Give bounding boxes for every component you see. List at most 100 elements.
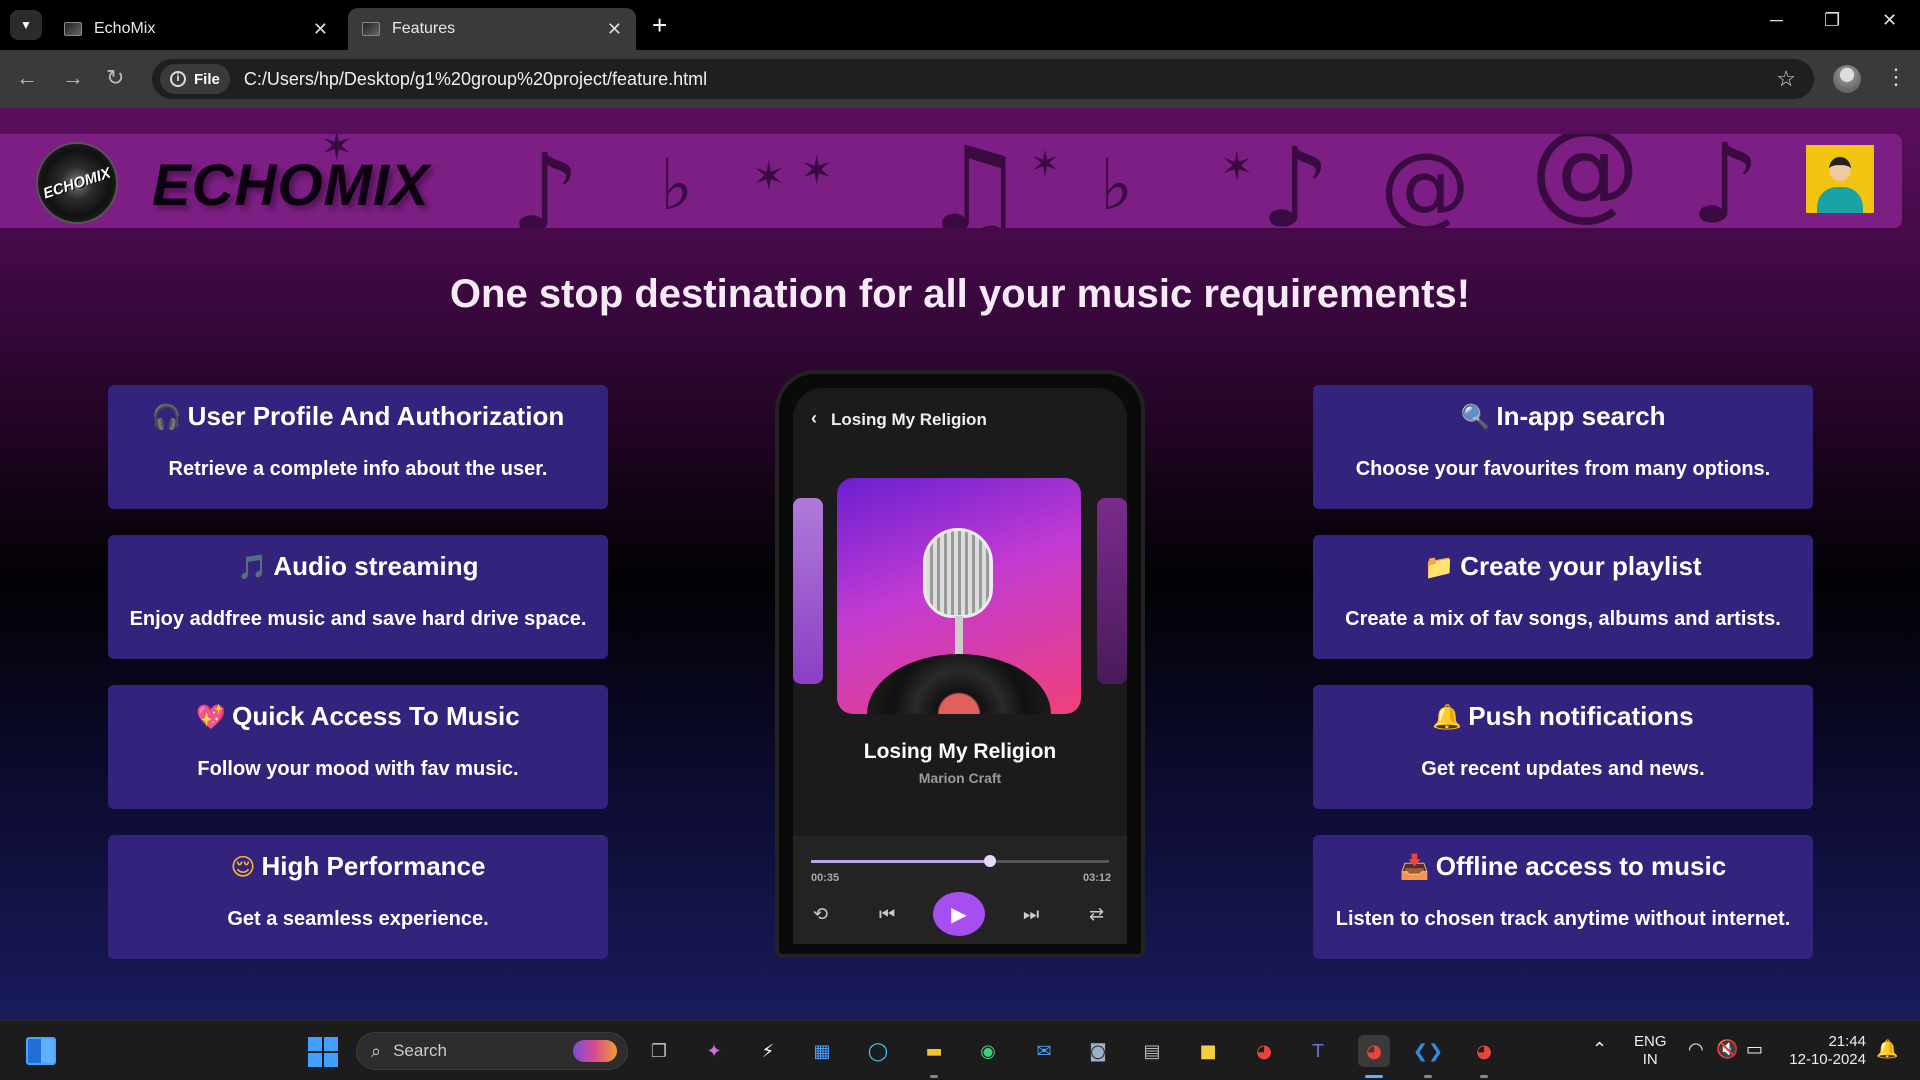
- star-decoration-icon: ✶: [752, 154, 786, 200]
- reload-icon[interactable]: ↻: [106, 64, 124, 92]
- cortana-icon[interactable]: ◯: [862, 1035, 894, 1067]
- swirl-decoration-icon: @: [1380, 134, 1470, 228]
- language-indicator[interactable]: ENG IN: [1634, 1033, 1667, 1069]
- feature-desc: Listen to chosen track anytime without i…: [1335, 908, 1791, 930]
- tab-close-icon[interactable]: ✕: [313, 19, 328, 40]
- clock[interactable]: 21:44 12-10-2024: [1786, 1033, 1866, 1069]
- file-explorer-icon[interactable]: ▬: [918, 1035, 950, 1067]
- show-hidden-icons[interactable]: ⌃: [1592, 1039, 1607, 1060]
- camera-icon[interactable]: ◙: [1082, 1035, 1114, 1067]
- user-avatar-button[interactable]: [1806, 145, 1874, 213]
- taskbar-search-box[interactable]: ⌕ Search: [356, 1032, 628, 1070]
- edge-icon[interactable]: ◉: [972, 1035, 1004, 1067]
- folder-icon: 📁: [1424, 552, 1455, 581]
- running-indicator: [930, 1075, 938, 1078]
- page-content: ✶ ♪ ♭ ✶ ✶ ♫ ✶ ♭ ✶ ♪ @ @ ♪ ECHOMIX ECHOMI…: [0, 108, 1920, 1020]
- tab-favicon: [64, 22, 82, 36]
- logo-text: ECHOMIX: [41, 164, 113, 202]
- feature-card-offline[interactable]: 📥 Offline access to music Listen to chose…: [1313, 835, 1813, 959]
- headphones-icon: 🎧: [151, 402, 182, 431]
- song-title: Losing My Religion: [863, 740, 1057, 763]
- tab-title: Features: [392, 20, 456, 37]
- feature-title: User Profile And Authorization: [187, 401, 565, 431]
- bookmark-star-icon[interactable]: ☆: [1776, 66, 1796, 92]
- back-chevron-icon: ‹: [811, 408, 817, 428]
- feature-title: Audio streaming: [273, 551, 479, 581]
- widgets-icon[interactable]: [26, 1037, 56, 1065]
- task-view-icon[interactable]: ❐: [643, 1035, 675, 1067]
- notification-bell-icon[interactable]: 🔔: [1876, 1039, 1898, 1060]
- avatar-head: [1829, 157, 1851, 181]
- minimize-icon[interactable]: ─: [1770, 10, 1783, 31]
- next-icon: ⏭: [1023, 904, 1040, 925]
- close-window-icon[interactable]: ✕: [1882, 10, 1897, 31]
- feature-desc: Get recent updates and news.: [1421, 758, 1705, 780]
- star-decoration-icon: ✶: [1220, 144, 1254, 190]
- avatar-body: [1817, 187, 1863, 213]
- feature-card-quick-access[interactable]: 💖 Quick Access To Music Follow your mood …: [108, 685, 608, 809]
- url-text[interactable]: C:/Users/hp/Desktop/g1%20group%20project…: [244, 69, 1776, 90]
- site-info-chip[interactable]: i File: [160, 64, 230, 94]
- feature-card-profile[interactable]: 🎧 User Profile And Authorization Retrieve…: [108, 385, 608, 509]
- active-indicator: [1365, 1075, 1383, 1078]
- album-art: [837, 478, 1081, 714]
- windows-start-icon[interactable]: [308, 1037, 338, 1067]
- music-note-decoration-icon: ♪: [510, 134, 581, 228]
- calculator-icon[interactable]: ▤: [1136, 1035, 1168, 1067]
- chrome-icon[interactable]: ◕: [1248, 1035, 1280, 1067]
- phone-header-title: Losing My Religion: [831, 410, 987, 429]
- previous-icon: ⏮: [879, 904, 896, 925]
- wifi-icon[interactable]: ◠: [1688, 1039, 1704, 1060]
- star-decoration-icon: ✶: [800, 148, 834, 194]
- restore-icon[interactable]: ❐: [1824, 10, 1840, 31]
- microsoft-store-icon[interactable]: ▦: [806, 1035, 838, 1067]
- phone-mockup: ‹ Losing My Religion Losing My Religion …: [775, 370, 1145, 958]
- prev-album-art: [793, 498, 823, 684]
- sticky-notes-icon[interactable]: ■: [1192, 1035, 1224, 1067]
- forward-icon[interactable]: →: [62, 64, 84, 92]
- address-bar[interactable]: i File C:/Users/hp/Desktop/g1%20group%20…: [152, 59, 1814, 99]
- back-icon[interactable]: ←: [16, 64, 38, 92]
- tab-features[interactable]: Features ✕: [348, 8, 636, 50]
- feature-title: Create your playlist: [1460, 551, 1702, 581]
- search-highlight-icon: [573, 1040, 617, 1062]
- running-indicator: [1424, 1075, 1432, 1078]
- tab-close-icon[interactable]: ✕: [607, 19, 622, 40]
- feature-title: Offline access to music: [1435, 851, 1727, 881]
- feature-card-search[interactable]: 🔍 In-app search Choose your favourites fr…: [1313, 385, 1813, 509]
- search-icon: ⌕: [371, 1040, 382, 1062]
- battery-icon[interactable]: ▭: [1746, 1039, 1763, 1060]
- total-time: 03:12: [1083, 872, 1112, 884]
- shuffle-icon: ⇄: [1089, 904, 1105, 925]
- feature-card-playlist[interactable]: 📁 Create your playlist Create a mix of fa…: [1313, 535, 1813, 659]
- chrome-active-icon[interactable]: ◕: [1358, 1035, 1390, 1067]
- teams-icon[interactable]: T: [1302, 1035, 1334, 1067]
- vscode-icon[interactable]: ❮❯: [1412, 1035, 1444, 1067]
- progress-knob: [983, 855, 996, 867]
- profile-avatar-icon[interactable]: [1833, 65, 1861, 93]
- chrome-profile-icon[interactable]: ◕: [1468, 1035, 1500, 1067]
- clock-time: 21:44: [1828, 1033, 1866, 1050]
- tab-search-button[interactable]: ▼: [10, 10, 42, 40]
- tab-echomix[interactable]: EchoMix ✕: [50, 8, 342, 50]
- play-icon: ▶: [933, 892, 985, 936]
- echomix-logo[interactable]: ECHOMIX: [36, 142, 118, 224]
- app-lightning-icon[interactable]: ⚡: [752, 1035, 784, 1067]
- page-tagline: One stop destination for all your music …: [449, 272, 1471, 316]
- feature-card-notifications[interactable]: 🔔 Push notifications Get recent updates a…: [1313, 685, 1813, 809]
- feature-card-streaming[interactable]: 🎵 Audio streaming Enjoy addfree music and…: [108, 535, 608, 659]
- mail-icon[interactable]: ✉: [1028, 1035, 1060, 1067]
- microphone-icon: [923, 528, 993, 618]
- feature-card-performance[interactable]: 😌 High Performance Get a seamless experie…: [108, 835, 608, 959]
- new-tab-button[interactable]: +: [652, 10, 667, 40]
- song-artist: Marion Craft: [918, 770, 1002, 786]
- browser-tab-strip: ▼ EchoMix ✕ Features ✕ + ─ ❐ ✕: [0, 0, 1920, 50]
- more-menu-icon[interactable]: ⋮: [1885, 64, 1907, 90]
- copilot-icon[interactable]: ✦: [698, 1035, 730, 1067]
- volume-muted-icon[interactable]: 🔇: [1716, 1039, 1738, 1060]
- star-decoration-icon: ✶: [1030, 144, 1061, 185]
- repeat-icon: ⟲: [813, 904, 829, 925]
- elapsed-time: 00:35: [811, 872, 840, 884]
- browser-toolbar: ← → ↻ i File C:/Users/hp/Desktop/g1%20gr…: [0, 50, 1920, 108]
- region-code: IN: [1642, 1051, 1658, 1068]
